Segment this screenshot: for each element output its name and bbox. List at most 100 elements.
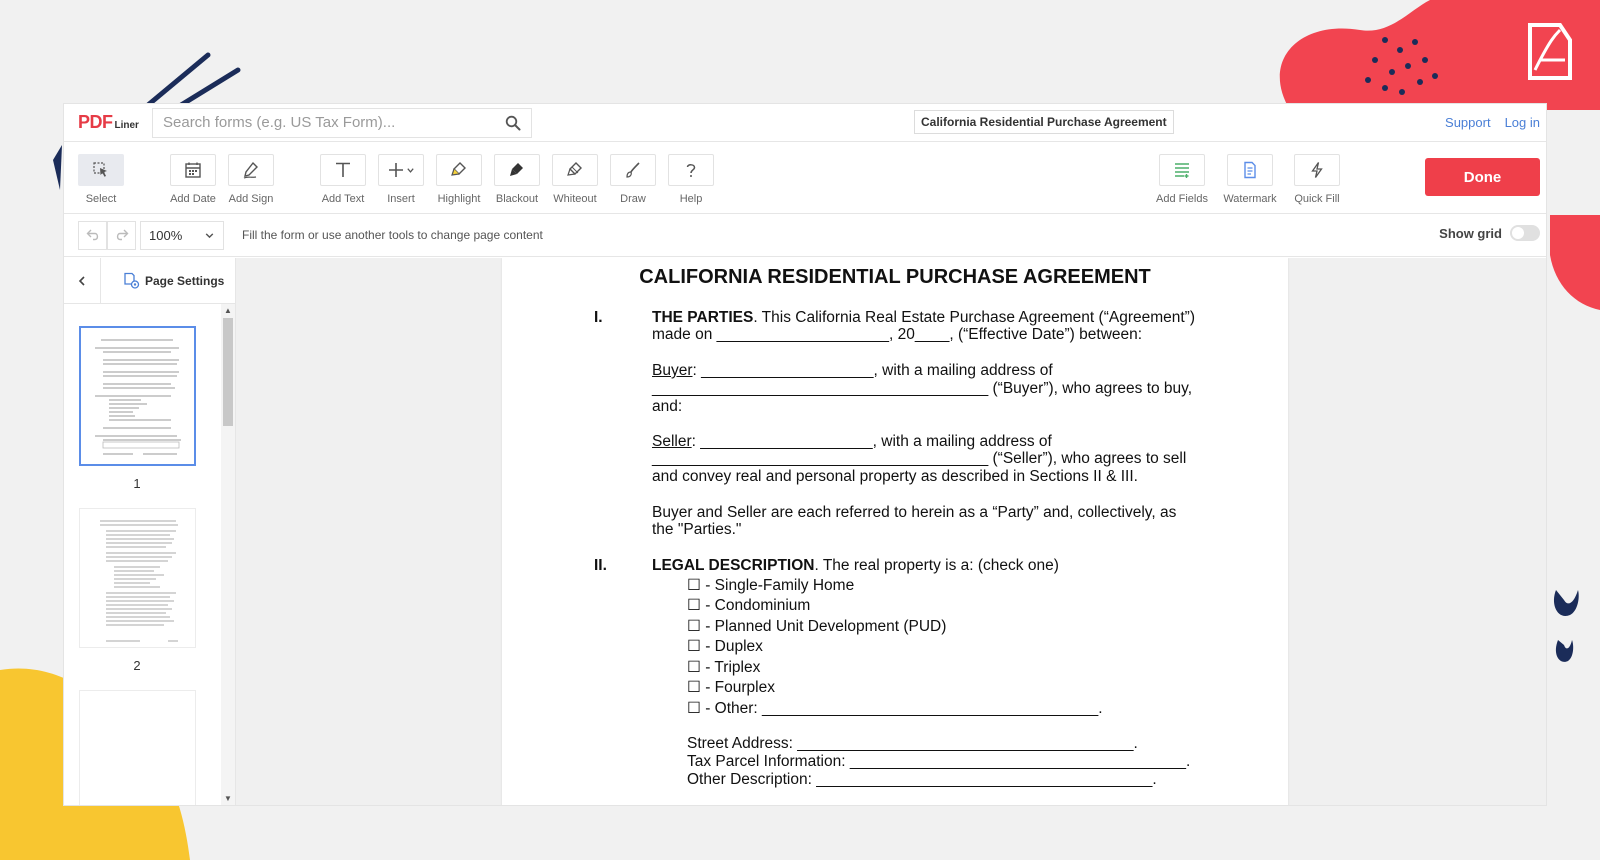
page-thumbnail-3[interactable] (79, 690, 196, 805)
page-number-2: 2 (133, 658, 141, 673)
scrollbar-thumb[interactable] (223, 318, 233, 426)
logo-sub: Liner (114, 120, 139, 131)
document-heading: CALIFORNIA RESIDENTIAL PURCHASE AGREEMEN… (639, 266, 1151, 288)
top-links: Support Log in (1445, 115, 1540, 130)
editor-window: PDF Liner California Residential Purchas… (64, 104, 1546, 805)
option-duplex[interactable]: ☐ - Duplex (687, 638, 763, 656)
highlight-tool[interactable]: Highlight (429, 154, 489, 205)
logo[interactable]: PDF Liner (78, 112, 150, 133)
seller-line-3: and convey real and personal property as… (652, 468, 1138, 485)
option-triplex[interactable]: ☐ - Triplex (687, 659, 760, 677)
highlight-label: Highlight (437, 193, 481, 205)
option-fourplex[interactable]: ☐ - Fourplex (687, 679, 775, 697)
grid-switch[interactable] (1510, 225, 1540, 241)
section-2-number: II. (594, 557, 607, 574)
redo-button[interactable] (107, 220, 136, 250)
section-2-text: . The real property is a: (check one) (814, 557, 1059, 574)
scroll-up-arrow-icon[interactable]: ▲ (224, 306, 232, 315)
sidebar-scrollbar[interactable]: ▲ ▼ (221, 304, 235, 805)
section-2-heading: LEGAL DESCRIPTION (652, 557, 815, 574)
other-description-field[interactable]: Other Description: _____________________… (687, 771, 1157, 789)
watermark-doc-icon (1244, 161, 1256, 179)
decorative-blue-marks (1553, 590, 1579, 662)
page-thumbnails: 1 2 (64, 304, 222, 805)
login-link[interactable]: Log in (1505, 115, 1540, 130)
show-grid-label: Show grid (1439, 225, 1502, 241)
insert-tool[interactable]: Insert (371, 154, 431, 205)
add-date-label: Add Date (170, 193, 216, 205)
buyer-name-field: : ____________________, with a mailing a… (692, 362, 1053, 379)
option-condominium[interactable]: ☐ - Condominium (687, 597, 810, 615)
section-1-text: . This California Real Estate Purchase A… (753, 309, 1196, 326)
help-label: Help (679, 193, 703, 205)
select-tool[interactable]: Select (71, 154, 131, 205)
whiteout-tool[interactable]: Whiteout (545, 154, 605, 205)
document-page[interactable]: CALIFORNIA RESIDENTIAL PURCHASE AGREEMEN… (502, 258, 1288, 805)
page-settings-button[interactable]: Page Settings (123, 272, 224, 290)
seller-label: Seller (652, 433, 692, 450)
add-sign-label: Add Sign (228, 193, 274, 205)
buyer-line-1[interactable]: Buyer: ____________________, with a mail… (652, 362, 1053, 380)
top-bar: PDF Liner California Residential Purchas… (64, 104, 1546, 142)
redo-icon (116, 229, 128, 241)
lightning-icon (1311, 162, 1323, 178)
option-single-family[interactable]: ☐ - Single-Family Home (687, 577, 854, 595)
calendar-icon (185, 162, 201, 178)
undo-button[interactable] (78, 220, 107, 250)
support-link[interactable]: Support (1445, 115, 1491, 130)
watermark-label: Watermark (1223, 193, 1277, 205)
text-t-icon (336, 162, 350, 177)
buyer-label: Buyer (652, 362, 693, 379)
add-fields-label: Add Fields (1156, 193, 1208, 205)
blackout-brush-icon (510, 163, 523, 176)
collapse-sidebar-button[interactable] (64, 257, 101, 304)
buyer-line-2[interactable]: _______________________________________ … (652, 380, 1192, 398)
decorative-red-blob (1279, 0, 1600, 110)
document-canvas: CALIFORNIA RESIDENTIAL PURCHASE AGREEMEN… (236, 258, 1546, 805)
search-box (152, 107, 532, 138)
option-other[interactable]: ☐ - Other: _____________________________… (687, 700, 1103, 718)
street-address-field[interactable]: Street Address: ________________________… (687, 735, 1138, 753)
seller-name-field: : ____________________, with a mailing a… (691, 433, 1052, 450)
option-pud[interactable]: ☐ - Planned Unit Development (PUD) (687, 618, 946, 636)
search-icon[interactable] (505, 115, 521, 131)
document-title[interactable]: California Residential Purchase Agreemen… (914, 110, 1174, 134)
search-input[interactable] (163, 114, 505, 131)
plus-icon (388, 163, 403, 177)
scroll-down-arrow-icon[interactable]: ▼ (224, 794, 232, 803)
section-2-line-1: LEGAL DESCRIPTION. The real property is … (652, 557, 1059, 575)
page-thumbnail-2[interactable] (79, 508, 196, 648)
blackout-tool[interactable]: Blackout (487, 154, 547, 205)
add-fields-tool[interactable]: Add Fields (1152, 154, 1212, 205)
quick-fill-label: Quick Fill (1294, 193, 1340, 205)
draw-tool[interactable]: Draw (603, 154, 663, 205)
workspace: Page Settings 1 2 ▲ ▼ CALIFORNIA RESIDEN… (64, 257, 1546, 805)
seller-line-2[interactable]: _______________________________________ … (652, 450, 1186, 468)
select-cursor-icon (93, 162, 107, 177)
done-button[interactable]: Done (1425, 158, 1540, 196)
quick-fill-tool[interactable]: Quick Fill (1287, 154, 1347, 205)
show-grid-toggle[interactable]: Show grid (1439, 225, 1540, 241)
help-tool[interactable]: Help (661, 154, 721, 205)
blackout-label: Blackout (495, 193, 539, 205)
sidebar-header: Page Settings (64, 257, 235, 304)
page-2-preview (100, 520, 178, 642)
chevron-left-icon (78, 275, 85, 286)
chevron-down-icon (406, 167, 414, 173)
seller-line-1[interactable]: Seller: ____________________, with a mai… (652, 433, 1052, 451)
add-date-tool[interactable]: Add Date (163, 154, 223, 205)
zoom-select[interactable]: 100% (140, 220, 224, 250)
select-label: Select (85, 193, 117, 205)
page-thumbnail-1[interactable] (79, 326, 196, 466)
add-text-tool[interactable]: Add Text (313, 154, 373, 205)
section-1-line-2[interactable]: made on ____________________, 20____, (“… (652, 326, 1142, 344)
tax-parcel-field[interactable]: Tax Parcel Information: ________________… (687, 753, 1190, 771)
sub-toolbar: 100% Fill the form or use another tools … (64, 214, 1546, 257)
parties-line-2: the "Parties." (652, 521, 742, 538)
watermark-tool[interactable]: Watermark (1220, 154, 1280, 205)
undo-icon (86, 229, 98, 241)
toolbar: Select Add Date Add Sign Add Text Insert… (64, 142, 1546, 214)
add-sign-tool[interactable]: Add Sign (221, 154, 281, 205)
parties-line-1: Buyer and Seller are each referred to he… (652, 504, 1177, 521)
logo-main: PDF (78, 112, 113, 132)
